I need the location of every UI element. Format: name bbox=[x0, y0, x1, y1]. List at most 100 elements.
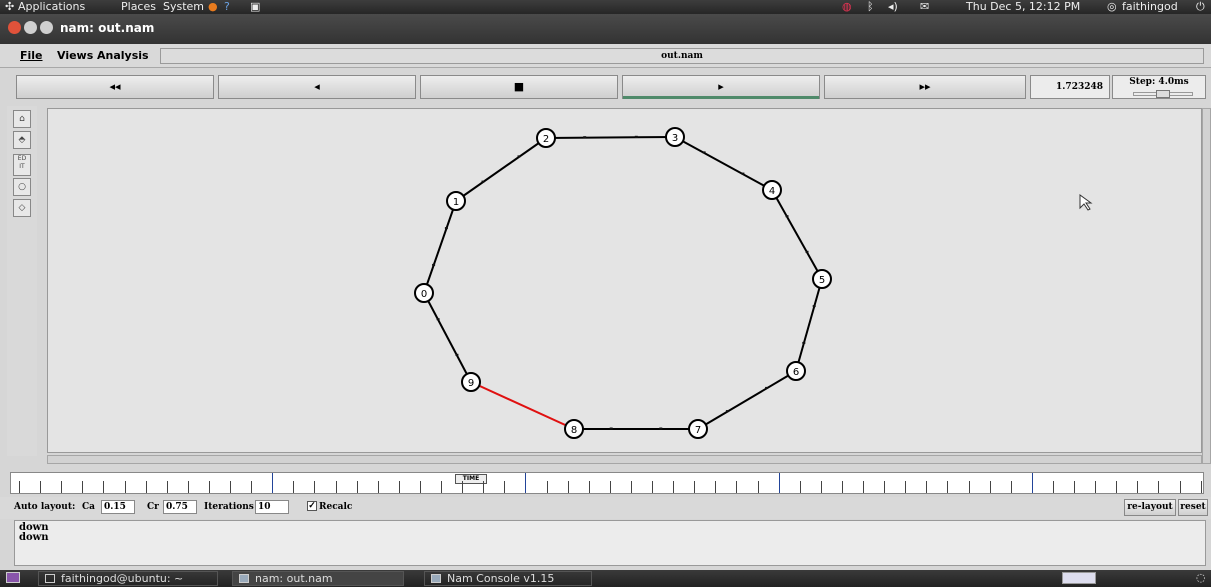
link-1-2[interactable] bbox=[455, 137, 547, 202]
timeline-tick bbox=[800, 481, 801, 493]
link-8-9[interactable] bbox=[470, 381, 575, 430]
tool-column: ⌂ ⬘ ED IT ○ ◇ bbox=[7, 106, 37, 456]
link-6-7[interactable] bbox=[697, 370, 797, 430]
menu-views[interactable]: Views bbox=[57, 49, 93, 62]
timeline-tick bbox=[589, 481, 590, 493]
timeline-tick bbox=[547, 481, 548, 493]
node-0[interactable]: 0 bbox=[414, 283, 434, 303]
power-icon[interactable]: ⏻ bbox=[1196, 0, 1205, 14]
timeline-tick bbox=[167, 481, 168, 493]
help-icon[interactable]: ? bbox=[224, 0, 230, 14]
user-name[interactable]: faithingod bbox=[1122, 0, 1178, 14]
packet bbox=[725, 410, 729, 413]
timeline[interactable]: TIME bbox=[10, 472, 1204, 494]
timeline-tick bbox=[378, 481, 379, 493]
taskbar-label: Nam Console v1.15 bbox=[447, 572, 555, 585]
taskbar-item-nam[interactable]: nam: out.nam bbox=[232, 571, 404, 586]
circle-icon[interactable]: ○ bbox=[13, 178, 31, 196]
timeline-tick bbox=[251, 481, 252, 493]
relayout-button[interactable]: re-layout bbox=[1124, 499, 1176, 516]
console-line: down bbox=[19, 522, 49, 533]
rewind-button[interactable]: ◂◂ bbox=[16, 75, 214, 99]
recalc-checkbox[interactable]: ✓ bbox=[307, 501, 317, 511]
timeline-tick bbox=[293, 481, 294, 493]
link-3-4[interactable] bbox=[674, 136, 773, 191]
timeline-tick bbox=[40, 481, 41, 493]
timeline-tick bbox=[905, 481, 906, 493]
edit-button[interactable]: ED IT bbox=[13, 154, 31, 176]
system-menu[interactable]: System bbox=[163, 0, 204, 14]
cr-input[interactable]: 0.75 bbox=[163, 500, 197, 514]
mail-icon[interactable]: ✉ bbox=[920, 0, 929, 14]
iterations-input[interactable]: 10 bbox=[255, 500, 289, 514]
node-2[interactable]: 2 bbox=[536, 128, 556, 148]
maximize-button[interactable] bbox=[40, 21, 53, 34]
bluetooth-icon[interactable]: ᛒ bbox=[867, 0, 874, 14]
timeline-tick bbox=[673, 481, 674, 493]
node-6[interactable]: 6 bbox=[786, 361, 806, 381]
timeline-tick bbox=[631, 481, 632, 493]
packet bbox=[455, 353, 459, 356]
console-output[interactable]: down down bbox=[14, 520, 1206, 566]
step-back-button[interactable]: ◂ bbox=[218, 75, 416, 99]
menu-file[interactable]: File bbox=[20, 49, 43, 62]
recalc-label: Recalc bbox=[319, 502, 353, 512]
show-desktop-icon[interactable] bbox=[6, 572, 20, 583]
node-3[interactable]: 3 bbox=[665, 127, 685, 147]
link-2-3[interactable] bbox=[545, 136, 676, 139]
timeline-tick bbox=[694, 481, 695, 493]
trash-icon[interactable]: ◌ bbox=[1196, 571, 1206, 584]
timeline-tick bbox=[420, 481, 421, 493]
taskbar-item-console[interactable]: Nam Console v1.15 bbox=[424, 571, 592, 586]
step-control: Step: 4.0ms bbox=[1112, 75, 1206, 99]
node-9[interactable]: 9 bbox=[461, 372, 481, 392]
menu-analysis[interactable]: Analysis bbox=[97, 49, 149, 62]
timeline-tick bbox=[758, 481, 759, 493]
window-icon bbox=[239, 574, 249, 583]
timeline-tick bbox=[441, 481, 442, 493]
move-icon[interactable]: ⬘ bbox=[13, 131, 31, 149]
packet bbox=[741, 172, 745, 175]
workspace-switcher[interactable] bbox=[1062, 572, 1096, 584]
minimize-button[interactable] bbox=[24, 21, 37, 34]
cr-label: Cr bbox=[147, 502, 159, 512]
terminal-icon[interactable]: ▣ bbox=[250, 0, 260, 14]
window-title: nam: out.nam bbox=[60, 21, 155, 35]
node-7[interactable]: 7 bbox=[688, 419, 708, 439]
select-icon[interactable]: ⌂ bbox=[13, 110, 31, 128]
clock[interactable]: Thu Dec 5, 12:12 PM bbox=[966, 0, 1080, 14]
timeline-tick bbox=[483, 481, 484, 493]
link-5-6[interactable] bbox=[795, 278, 823, 372]
network-graph[interactable]: 0 1 2 3 4 5 6 7 8 9 bbox=[48, 109, 1202, 453]
node-5[interactable]: 5 bbox=[812, 269, 832, 289]
timeline-tick bbox=[336, 481, 337, 493]
link-9-0[interactable] bbox=[423, 292, 472, 383]
node-4[interactable]: 4 bbox=[762, 180, 782, 200]
places-menu[interactable]: Places bbox=[121, 0, 156, 14]
link-0-1[interactable] bbox=[423, 200, 457, 294]
applications-menu[interactable]: Applications bbox=[18, 0, 85, 14]
network-icon[interactable]: ◍ bbox=[842, 0, 852, 14]
play-button[interactable]: ▸ bbox=[622, 75, 820, 99]
vertical-scrollbar[interactable] bbox=[1202, 108, 1211, 464]
link-4-5[interactable] bbox=[771, 189, 823, 280]
step-slider-knob[interactable] bbox=[1156, 90, 1170, 98]
timeline-tick bbox=[525, 473, 526, 493]
diamond-icon[interactable]: ◇ bbox=[13, 199, 31, 217]
network-canvas[interactable]: 0 1 2 3 4 5 6 7 8 9 bbox=[47, 108, 1202, 453]
node-8[interactable]: 8 bbox=[564, 419, 584, 439]
firefox-icon[interactable]: ● bbox=[208, 0, 218, 14]
timeline-tick bbox=[314, 481, 315, 493]
horizontal-scrollbar[interactable] bbox=[47, 455, 1202, 464]
close-button[interactable] bbox=[8, 21, 21, 34]
fast-forward-button[interactable]: ▸▸ bbox=[824, 75, 1026, 99]
node-1[interactable]: 1 bbox=[446, 191, 466, 211]
node-label: 7 bbox=[695, 425, 701, 436]
timeline-tick bbox=[1180, 481, 1181, 493]
ca-input[interactable]: 0.15 bbox=[101, 500, 135, 514]
taskbar-item-terminal[interactable]: faithingod@ubuntu: ~ bbox=[38, 571, 218, 586]
reset-button[interactable]: reset bbox=[1178, 499, 1208, 516]
applications-icon[interactable]: ✣ bbox=[5, 0, 14, 14]
volume-icon[interactable]: ◂) bbox=[888, 0, 898, 14]
stop-button[interactable]: ■ bbox=[420, 75, 618, 99]
